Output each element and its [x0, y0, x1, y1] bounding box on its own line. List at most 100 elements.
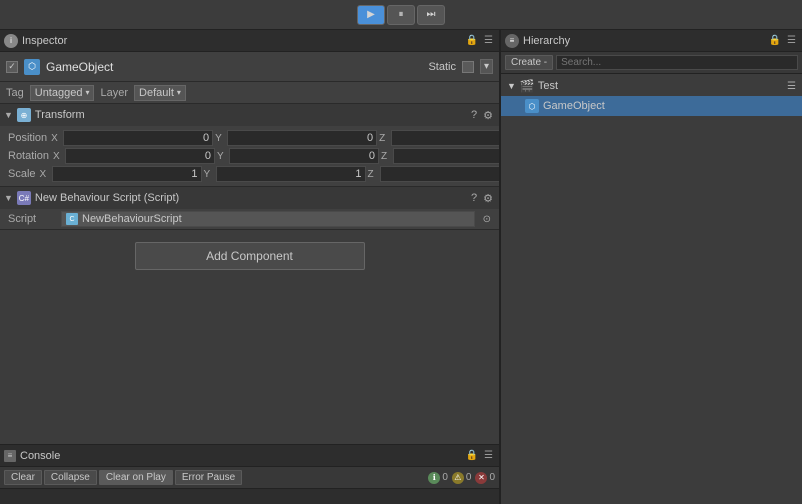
console-lock-icon[interactable]: 🔒 [464, 450, 480, 461]
inspector-tab-icon: i [4, 34, 18, 48]
rotation-row: Rotation X Y Z [0, 147, 499, 165]
inspector-panel: i Inspector 🔒 ☰ ⬡ GameObject Static ▾ Ta… [0, 30, 500, 504]
scale-y-input[interactable] [216, 166, 366, 182]
console-error-pause-button[interactable]: Error Pause [175, 470, 242, 485]
console-tab-icon: ≡ [4, 450, 16, 462]
transform-arrow-icon: ▼ [4, 110, 13, 120]
hierarchy-lock-icon[interactable]: 🔒 [767, 35, 783, 46]
script-header-icons: ? ⚙ [469, 192, 495, 205]
rotation-y-field: Y [217, 148, 379, 164]
rot-z-label: Z [381, 151, 391, 162]
hierarchy-create-button[interactable]: Create - [505, 55, 553, 70]
script-value-field[interactable]: C NewBehaviourScript [61, 211, 475, 227]
transform-component: ▼ ⊕ Transform ? ⚙ Position X [0, 104, 499, 187]
tag-dropdown[interactable]: Untagged [30, 85, 95, 101]
hierarchy-scene-row[interactable]: ▼ 🎬 Test ☰ [501, 76, 802, 96]
console-tab-label: Console [20, 450, 60, 462]
layer-label: Layer [100, 87, 128, 99]
script-settings-btn[interactable]: ⊙ [483, 214, 491, 225]
error-icon: ✕ [475, 472, 487, 484]
console-tab-controls: 🔒 ☰ [464, 450, 495, 461]
console-toolbar: Clear Collapse Clear on Play Error Pause… [0, 467, 499, 489]
console-warn-count[interactable]: ⚠ 0 [452, 472, 472, 484]
scale-z-input[interactable] [380, 166, 499, 182]
gameobject-name[interactable]: GameObject [46, 60, 422, 74]
rotation-label: Rotation [8, 150, 49, 162]
transform-header[interactable]: ▼ ⊕ Transform ? ⚙ [0, 104, 499, 126]
script-field-row: Script C NewBehaviourScript ⊙ [0, 209, 499, 229]
warn-count-value: 0 [466, 472, 472, 483]
info-count-value: 0 [442, 472, 448, 483]
hierarchy-tab-controls: 🔒 ☰ [767, 35, 798, 46]
scale-z-label: Z [368, 169, 378, 180]
script-settings-icon[interactable]: ⚙ [481, 192, 495, 205]
static-dropdown[interactable]: ▾ [480, 59, 493, 74]
hierarchy-tab-icon: ≡ [505, 34, 519, 48]
tag-label: Tag [6, 87, 24, 99]
pause-button[interactable]: ⏸ [387, 5, 415, 25]
console-error-count[interactable]: ✕ 0 [475, 472, 495, 484]
hierarchy-item-icon: ⬡ [525, 99, 539, 113]
layer-dropdown[interactable]: Default [134, 85, 186, 101]
console-panel: ≡ Console 🔒 ☰ Clear Collapse Clear on Pl… [0, 444, 499, 504]
scene-arrow-icon: ▼ [507, 81, 516, 91]
script-doc-icon[interactable]: ? [469, 192, 479, 205]
gameobject-header: ⬡ GameObject Static ▾ [0, 52, 499, 82]
rotation-y-input[interactable] [229, 148, 379, 164]
toolbar: ▶ ⏸ ⏭ [0, 0, 802, 30]
position-z-input[interactable] [391, 130, 499, 146]
gameobject-active-checkbox[interactable] [6, 61, 18, 73]
script-component-header[interactable]: ▼ C# New Behaviour Script (Script) ? ⚙ [0, 187, 499, 209]
scale-row: Scale X Y Z [0, 165, 499, 183]
hierarchy-panel: ≡ Hierarchy 🔒 ☰ Create - ▼ 🎬 Test ☰ [501, 30, 802, 504]
script-filename: NewBehaviourScript [82, 213, 182, 225]
transform-icon: ⊕ [17, 108, 31, 122]
transform-name: Transform [35, 109, 465, 121]
transform-header-icons: ? ⚙ [469, 109, 495, 122]
scale-x-input[interactable] [52, 166, 202, 182]
hierarchy-item-gameobject[interactable]: ⬡ GameObject [501, 96, 802, 116]
hierarchy-menu-icon[interactable]: ☰ [785, 35, 798, 46]
error-count-value: 0 [489, 472, 495, 483]
add-component-button[interactable]: Add Component [135, 242, 365, 270]
transform-doc-icon[interactable]: ? [469, 109, 479, 122]
console-collapse-button[interactable]: Collapse [44, 470, 97, 485]
add-component-section: Add Component [0, 230, 499, 282]
position-label: Position [8, 132, 47, 144]
play-button[interactable]: ▶ [357, 5, 385, 25]
console-clear-button[interactable]: Clear [4, 470, 42, 485]
position-y-field: Y [215, 130, 377, 146]
console-clear-on-play-button[interactable]: Clear on Play [99, 470, 173, 485]
position-row: Position X Y Z [0, 129, 499, 147]
script-file-icon: C [66, 213, 78, 225]
pos-x-label: X [51, 133, 61, 144]
inspector-tab-controls: 🔒 ☰ [464, 35, 495, 46]
scene-icon: 🎬 [520, 79, 534, 93]
rotation-z-input[interactable] [393, 148, 499, 164]
position-y-input[interactable] [227, 130, 377, 146]
hierarchy-tab-label: Hierarchy [523, 35, 570, 47]
transform-settings-icon[interactable]: ⚙ [481, 109, 495, 122]
hierarchy-search-input[interactable] [556, 55, 798, 70]
console-info-count[interactable]: ℹ 0 [428, 472, 448, 484]
inspector-tab-bar: i Inspector 🔒 ☰ [0, 30, 499, 52]
hierarchy-content: ▼ 🎬 Test ☰ ⬡ GameObject [501, 74, 802, 291]
position-x-input[interactable] [63, 130, 213, 146]
position-x-field: X [51, 130, 213, 146]
console-counts: ℹ 0 ⚠ 0 ✕ 0 [428, 472, 495, 484]
scene-menu-icon[interactable]: ☰ [787, 81, 796, 92]
rotation-x-input[interactable] [65, 148, 215, 164]
inspector-top: ⬡ GameObject Static ▾ Tag Untagged Layer… [0, 52, 499, 444]
warn-icon: ⚠ [452, 472, 464, 484]
inspector-lock-icon[interactable]: 🔒 [464, 35, 480, 46]
inspector-menu-icon[interactable]: ☰ [482, 35, 495, 46]
hierarchy-empty-space [501, 291, 802, 504]
console-tab-bar: ≡ Console 🔒 ☰ [0, 445, 499, 467]
console-menu-icon[interactable]: ☰ [482, 450, 495, 461]
static-checkbox[interactable] [462, 61, 474, 73]
scale-label: Scale [8, 168, 36, 180]
inspector-tab-label: Inspector [22, 35, 67, 47]
step-button[interactable]: ⏭ [417, 5, 445, 25]
scene-name: Test [538, 80, 558, 92]
main-layout: i Inspector 🔒 ☰ ⬡ GameObject Static ▾ Ta… [0, 30, 802, 504]
